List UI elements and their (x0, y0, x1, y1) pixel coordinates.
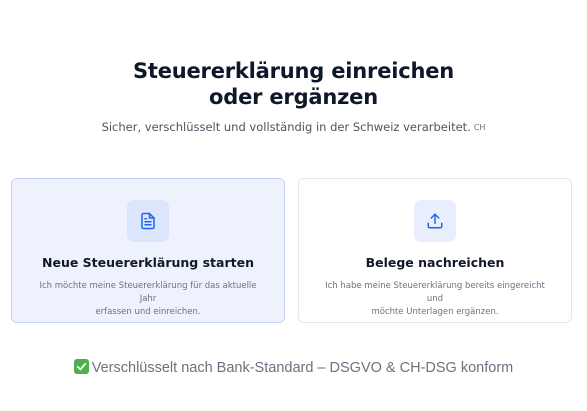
check-icon (73, 359, 89, 374)
option-card-submit-receipts[interactable]: Belege nachreichen Ich habe meine Steuer… (298, 178, 572, 323)
security-note-text: Verschlüsselt nach Bank-Standard – DSGVO… (91, 360, 514, 376)
page-title-line-2: oder ergänzen (209, 85, 378, 109)
country-code: CH (473, 123, 486, 132)
option-icon-box (414, 200, 456, 242)
option-card-new-tax-return[interactable]: Neue Steuererklärung starten Ich möchte … (11, 178, 285, 323)
option-description-line-1: Ich habe meine Steuererklärung bereits e… (325, 281, 545, 304)
page-title-line-1: Steuererklärung einreichen (132, 59, 455, 83)
option-description-line-2: möchte Unterlagen ergänzen. (371, 307, 499, 317)
option-description: Ich möchte meine Steuererklärung für das… (34, 280, 262, 319)
option-description: Ich habe meine Steuererklärung bereits e… (321, 280, 549, 319)
hero-header: Steuererklärung einreichen oder ergänzen… (0, 58, 587, 134)
option-description-line-1: Ich möchte meine Steuererklärung für das… (39, 281, 257, 304)
security-note: Verschlüsselt nach Bank-Standard – DSGVO… (0, 359, 587, 376)
option-description-line-2: erfassen und einreichen. (95, 307, 201, 317)
upload-icon (427, 213, 443, 229)
option-title: Belege nachreichen (365, 255, 505, 270)
page-title: Steuererklärung einreichen oder ergänzen (0, 58, 587, 110)
option-title: Neue Steuererklärung starten (42, 255, 254, 270)
page-subtitle: Sicher, verschlüsselt und vollständig in… (0, 120, 587, 134)
document-icon (141, 212, 155, 230)
subtitle-text: Sicher, verschlüsselt und vollständig in… (101, 120, 471, 134)
option-icon-box (127, 200, 169, 242)
